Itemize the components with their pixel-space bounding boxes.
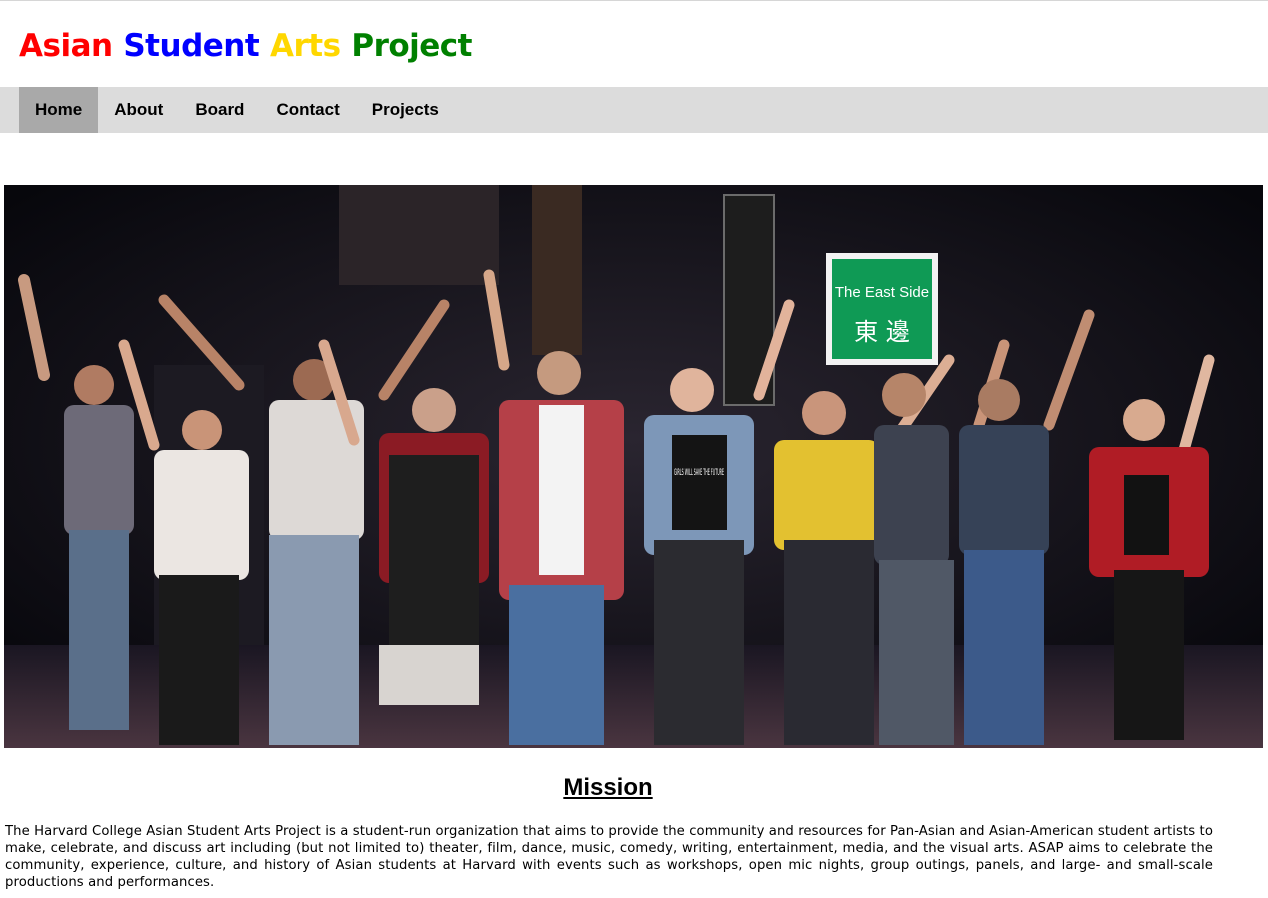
- sign-title-text: The East Side: [835, 284, 929, 301]
- site-header: Asian Student Arts Project: [0, 1, 1268, 87]
- sign-chars-text: 東 邊: [854, 318, 910, 346]
- mission-text: The Harvard College Asian Student Arts P…: [5, 824, 1213, 890]
- nav-item-contact[interactable]: Contact: [260, 87, 355, 133]
- title-word-project: Project: [351, 28, 472, 64]
- nav-list: Home About Board Contact Projects: [0, 87, 1268, 133]
- east-side-sign: The East Side 東 邊: [826, 253, 938, 365]
- mission-heading: Mission: [563, 774, 653, 801]
- title-word-student: Student: [123, 28, 260, 64]
- shirt-text: GIRLS WILL SAVE THE FUTURE: [674, 468, 724, 478]
- site-title[interactable]: Asian Student Arts Project: [19, 27, 472, 65]
- nav-item-about[interactable]: About: [98, 87, 179, 133]
- hero-image: The East Side 東 邊 GIRLS WILL SAVE THE FU…: [4, 185, 1263, 748]
- nav-item-home[interactable]: Home: [19, 87, 99, 133]
- nav-item-board[interactable]: Board: [179, 87, 260, 133]
- stage-cast-photo: The East Side 東 邊 GIRLS WILL SAVE THE FU…: [4, 185, 1263, 748]
- title-word-arts: Arts: [269, 28, 341, 64]
- nav-item-projects[interactable]: Projects: [356, 87, 455, 133]
- title-word-asian: Asian: [19, 28, 113, 64]
- main-navbar: Home About Board Contact Projects: [0, 87, 1268, 133]
